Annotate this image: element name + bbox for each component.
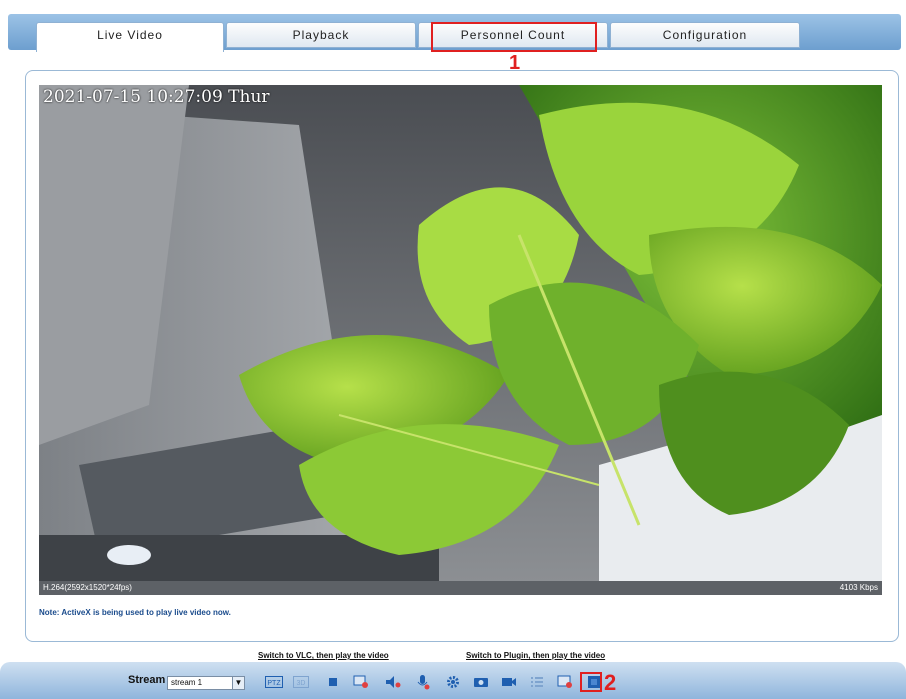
- live-video-player[interactable]: 2021-07-15 10:27:09 Thur: [39, 85, 882, 581]
- audio-icon[interactable]: [384, 674, 402, 690]
- tab-label: Playback: [292, 28, 350, 42]
- tab-playback[interactable]: Playback: [226, 22, 416, 48]
- mic-icon[interactable]: [414, 674, 432, 690]
- callout-box-2: [580, 672, 602, 692]
- video-icon[interactable]: [500, 674, 518, 690]
- bitrate-readout: 4103 Kbps: [839, 583, 878, 592]
- region-icon[interactable]: [556, 674, 574, 690]
- video-frame: [39, 85, 882, 581]
- tab-label: Configuration: [662, 28, 748, 42]
- record-icon[interactable]: [352, 674, 370, 690]
- 3d-icon[interactable]: 3D: [292, 674, 310, 690]
- tab-label: Live Video: [97, 28, 163, 42]
- callout-number-2: 2: [604, 670, 617, 695]
- activex-note: Note: ActiveX is being used to play live…: [39, 608, 231, 617]
- timestamp-overlay: 2021-07-15 10:27:09 Thur: [43, 87, 270, 107]
- stream-select[interactable]: stream 1 ▼: [167, 676, 245, 690]
- callout-box-1: [431, 22, 597, 52]
- tab-configuration[interactable]: Configuration: [610, 22, 800, 48]
- video-status-bar: H.264(2592x1520*24fps) 4103 Kbps: [39, 581, 882, 595]
- tab-live-video[interactable]: Live Video: [36, 22, 224, 52]
- list-icon[interactable]: [528, 674, 546, 690]
- snapshot-icon[interactable]: [472, 674, 490, 690]
- stop-icon[interactable]: [324, 674, 342, 690]
- codec-info: H.264(2592x1520*24fps): [43, 583, 132, 592]
- svg-text:3D: 3D: [297, 680, 306, 687]
- switch-to-plugin-link[interactable]: Switch to Plugin, then play the video: [466, 651, 605, 660]
- stream-label: Stream: [128, 674, 166, 686]
- switch-to-vlc-link[interactable]: Switch to VLC, then play the video: [258, 651, 389, 660]
- stream-selected-value: stream 1: [171, 678, 203, 687]
- svg-text:PTZ: PTZ: [267, 680, 281, 687]
- chevron-down-icon[interactable]: ▼: [232, 677, 244, 689]
- settings-icon[interactable]: [444, 674, 462, 690]
- ptz-icon[interactable]: PTZ: [265, 674, 283, 690]
